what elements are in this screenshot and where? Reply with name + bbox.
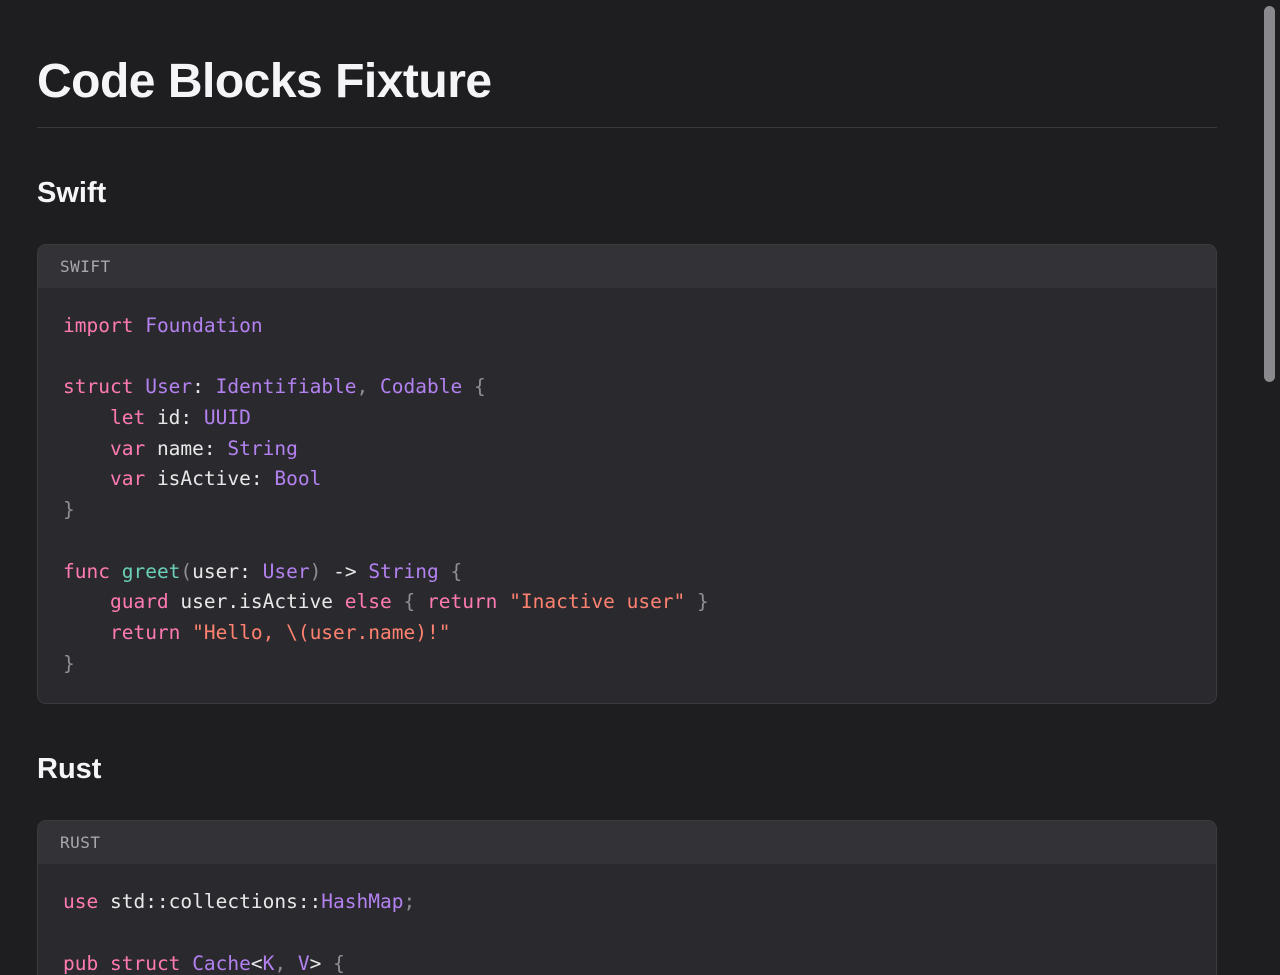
code-token: String xyxy=(368,559,439,583)
code-token: K xyxy=(262,951,275,975)
code-line: guard user.isActive else { return "Inact… xyxy=(63,587,1191,618)
code-token: import xyxy=(63,314,134,337)
code-token: var xyxy=(109,436,146,460)
code-token: , xyxy=(274,951,298,975)
code-token: { xyxy=(391,590,427,614)
code-token: , xyxy=(356,375,381,399)
code-token: user.isActive xyxy=(168,590,345,614)
code-token: } xyxy=(685,590,709,614)
code-token: struct xyxy=(109,951,181,975)
code-token: < xyxy=(250,951,263,975)
code-block-rust[interactable]: RUST use std::collections::HashMap;pub s… xyxy=(37,820,1217,975)
code-token: } xyxy=(63,498,75,522)
code-line: } xyxy=(63,649,1191,680)
code-token: -> xyxy=(321,559,369,583)
code-token: var xyxy=(109,467,146,491)
code-token: ) xyxy=(309,559,322,583)
code-token: Codable xyxy=(380,375,463,399)
code-token: } xyxy=(63,651,75,675)
code-line: func greet(user: User) -> String { xyxy=(63,557,1191,588)
code-token: HashMap xyxy=(321,890,404,914)
code-token: greet xyxy=(121,559,181,583)
code-language-label: RUST xyxy=(38,821,1216,865)
code-token: struct xyxy=(63,375,134,399)
scrollbar-thumb[interactable] xyxy=(1264,6,1275,382)
code-token: { xyxy=(321,951,345,975)
code-token: pub xyxy=(63,951,99,975)
code-token: Identifiable xyxy=(215,375,357,399)
code-token: Cache xyxy=(192,951,251,975)
section-heading-swift: Swift xyxy=(37,177,107,209)
code-token: user: xyxy=(192,559,263,583)
section-heading-rust: Rust xyxy=(37,753,102,786)
code-token: else xyxy=(344,590,392,614)
code-line: var name: String xyxy=(63,434,1191,465)
code-block-swift[interactable]: SWIFT import Foundation struct User: Iden… xyxy=(37,244,1217,705)
code-token: func xyxy=(63,559,110,583)
code-line: var isActive: Bool xyxy=(63,464,1191,495)
code-line: } xyxy=(63,495,1191,526)
code-line: let id: UUID xyxy=(63,403,1191,434)
code-line: return "Hello, \(user.name)!" xyxy=(63,618,1191,649)
code-line: import Foundation xyxy=(63,311,1191,342)
code-token: : xyxy=(192,375,216,399)
code-token: User xyxy=(145,375,193,399)
code-token: return xyxy=(109,620,181,644)
vertical-scrollbar[interactable] xyxy=(1258,0,1280,975)
code-line: pub struct Cache<K, V> { xyxy=(63,949,1191,975)
document-content: Code Blocks Fixture Swift SWIFT import F… xyxy=(37,0,1217,975)
title-divider xyxy=(37,127,1217,128)
code-token: let xyxy=(109,406,146,430)
code-token: Bool xyxy=(274,467,322,491)
code-body[interactable]: import Foundation struct User: Identifiab… xyxy=(38,288,1216,703)
code-token: { xyxy=(462,375,486,399)
code-line: use std::collections::HashMap; xyxy=(63,887,1191,918)
code-token: ( xyxy=(180,559,193,583)
code-token: "Hello, \(user.name)!" xyxy=(192,620,451,644)
code-language-label: SWIFT xyxy=(38,245,1216,288)
code-token: id: xyxy=(145,406,204,430)
code-token: use xyxy=(63,890,99,914)
code-token: User xyxy=(262,559,310,583)
code-token: String xyxy=(227,436,298,460)
code-token: Foundation xyxy=(145,314,263,337)
code-body[interactable]: use std::collections::HashMap;pub struct… xyxy=(38,864,1216,975)
code-token: name: xyxy=(145,436,228,460)
code-token: return xyxy=(426,590,498,614)
code-token: std::collections:: xyxy=(98,890,322,914)
code-token: { xyxy=(438,559,463,583)
code-token: V xyxy=(297,951,310,975)
code-line: struct User: Identifiable, Codable { xyxy=(63,372,1191,403)
code-token: isActive: xyxy=(145,467,275,491)
code-token: guard xyxy=(109,590,169,614)
code-token: UUID xyxy=(203,406,251,430)
page-title: Code Blocks Fixture xyxy=(37,55,492,108)
code-token: "Inactive user" xyxy=(509,590,686,614)
code-token: ; xyxy=(403,890,416,914)
code-token: > xyxy=(309,951,322,975)
